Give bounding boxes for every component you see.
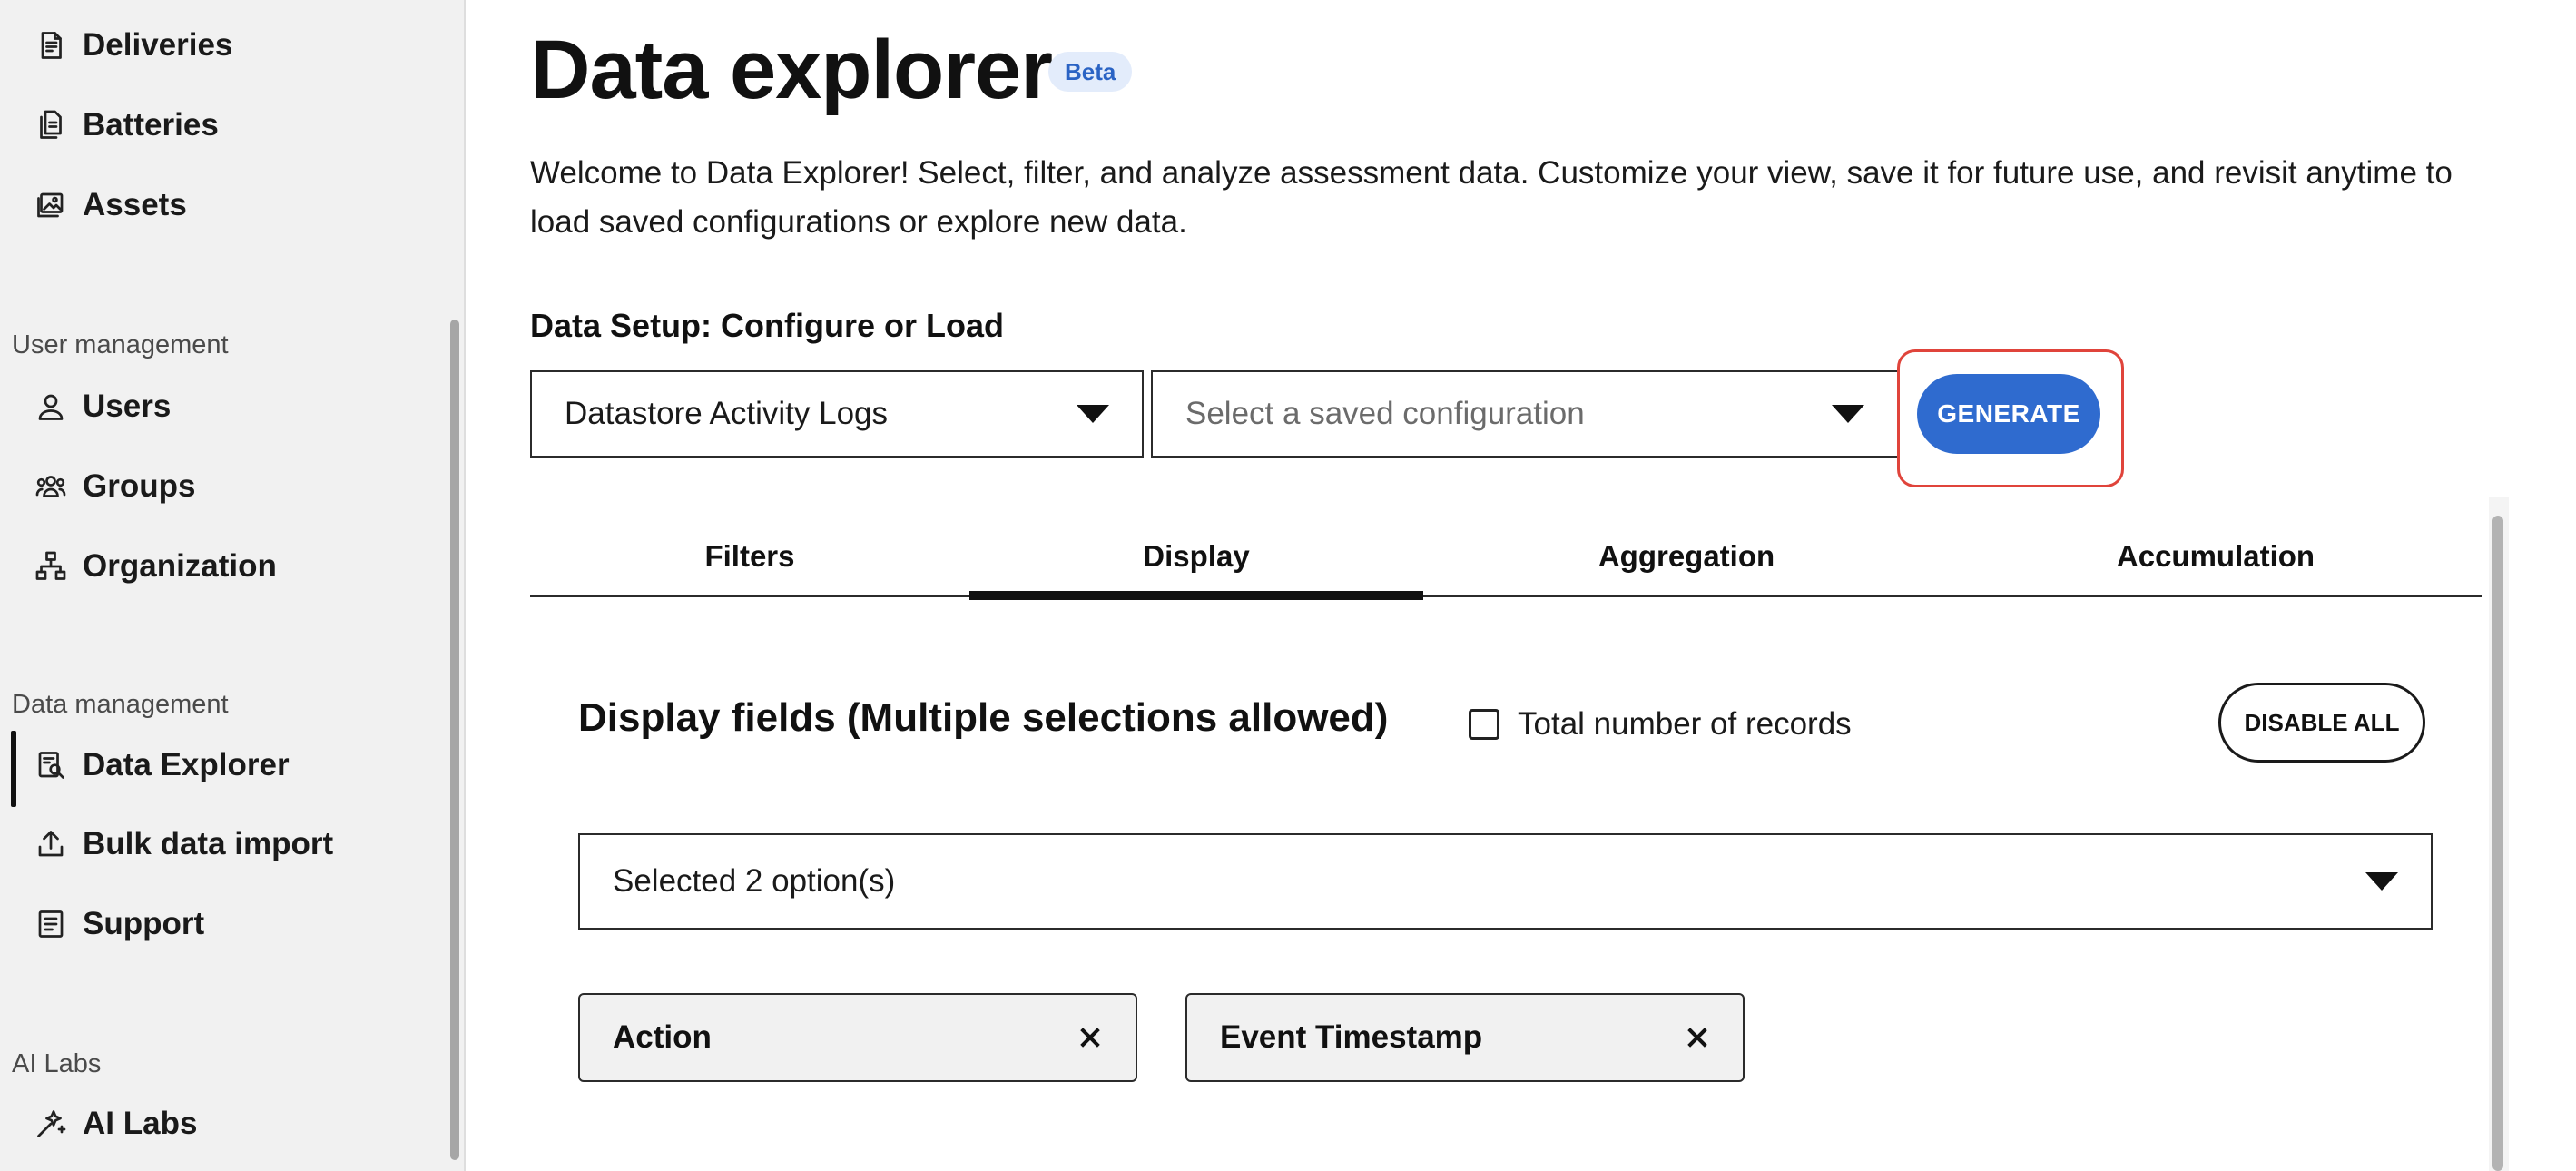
sidebar-item-data-explorer[interactable]: Data Explorer bbox=[0, 729, 445, 807]
active-indicator bbox=[11, 731, 16, 807]
user-icon bbox=[33, 389, 69, 425]
display-fields-summary: Selected 2 option(s) bbox=[613, 863, 896, 899]
section-label-user-management: User management bbox=[12, 330, 229, 359]
data-explorer-icon bbox=[33, 747, 69, 783]
sidebar-item-label: Assets bbox=[83, 187, 187, 222]
sidebar-scrollbar[interactable] bbox=[450, 320, 459, 1160]
disable-all-button[interactable]: DISABLE ALL bbox=[2218, 683, 2425, 763]
organization-icon bbox=[33, 548, 69, 585]
sidebar-item-label: Deliveries bbox=[83, 27, 233, 63]
tab-aggregation[interactable]: Aggregation bbox=[1423, 516, 1950, 597]
main-scrollbar[interactable] bbox=[2492, 516, 2503, 1171]
tab-filters[interactable]: Filters bbox=[530, 516, 969, 597]
close-icon[interactable] bbox=[1076, 1023, 1105, 1052]
sidebar-item-label: Data Explorer bbox=[83, 747, 290, 782]
assets-image-icon bbox=[33, 187, 69, 223]
sparkle-icon bbox=[33, 1106, 69, 1142]
batteries-files-icon bbox=[33, 107, 69, 143]
checkbox-box[interactable] bbox=[1469, 709, 1499, 740]
sidebar-item-label: AI Labs bbox=[83, 1106, 198, 1141]
tab-display[interactable]: Display bbox=[969, 516, 1423, 600]
dataset-select-value: Datastore Activity Logs bbox=[565, 396, 888, 431]
chevron-down-icon bbox=[1077, 405, 1109, 423]
sidebar-item-label: Groups bbox=[83, 468, 196, 504]
sidebar-item-label: Batteries bbox=[83, 107, 219, 143]
display-fields-select[interactable]: Selected 2 option(s) bbox=[578, 833, 2433, 930]
selected-field-chip: Event Timestamp bbox=[1185, 993, 1745, 1082]
sidebar-item-users[interactable]: Users bbox=[0, 370, 445, 443]
sidebar-item-label: Bulk data import bbox=[83, 826, 334, 861]
sidebar-item-ai-labs[interactable]: AI Labs bbox=[0, 1087, 445, 1160]
sidebar-item-label: Support bbox=[83, 906, 205, 941]
sidebar-item-support[interactable]: Support bbox=[0, 888, 445, 960]
tab-bar: Filters Display Aggregation Accumulation bbox=[530, 516, 2482, 600]
sidebar-item-deliveries[interactable]: Deliveries bbox=[0, 9, 445, 82]
chip-label: Event Timestamp bbox=[1220, 1019, 1483, 1055]
data-setup-title: Data Setup: Configure or Load bbox=[530, 307, 1004, 344]
deliveries-doc-icon bbox=[33, 27, 69, 64]
total-records-checkbox[interactable]: Total number of records bbox=[1469, 704, 1852, 744]
sidebar-item-batteries[interactable]: Batteries bbox=[0, 89, 445, 162]
chevron-down-icon bbox=[2365, 872, 2398, 891]
dataset-select[interactable]: Datastore Activity Logs bbox=[530, 370, 1144, 458]
section-label-data-management: Data management bbox=[12, 690, 229, 719]
beta-badge: Beta bbox=[1048, 52, 1133, 92]
generate-button[interactable]: GENERATE bbox=[1917, 374, 2100, 454]
sidebar-item-organization[interactable]: Organization bbox=[0, 530, 445, 603]
sidebar: Deliveries Batteries Assets User managem… bbox=[0, 0, 466, 1171]
chip-label: Action bbox=[613, 1019, 712, 1055]
sidebar-item-assets[interactable]: Assets bbox=[0, 169, 445, 241]
support-icon bbox=[33, 906, 69, 942]
sidebar-item-bulk-data-import[interactable]: Bulk data import bbox=[0, 808, 445, 881]
sidebar-item-groups[interactable]: Groups bbox=[0, 450, 445, 523]
sidebar-item-label: Organization bbox=[83, 548, 277, 584]
close-icon[interactable] bbox=[1683, 1023, 1712, 1052]
selected-field-chip: Action bbox=[578, 993, 1137, 1082]
intro-text: Welcome to Data Explorer! Select, filter… bbox=[530, 155, 2453, 240]
groups-icon bbox=[33, 468, 69, 505]
saved-configuration-select[interactable]: Select a saved configuration bbox=[1151, 370, 1899, 458]
chevron-down-icon bbox=[1832, 405, 1864, 423]
total-records-label: Total number of records bbox=[1518, 706, 1852, 742]
display-fields-title: Display fields (Multiple selections allo… bbox=[578, 695, 1389, 740]
page-title: Data explorer bbox=[530, 24, 1053, 116]
upload-icon bbox=[33, 826, 69, 862]
tab-accumulation[interactable]: Accumulation bbox=[1950, 516, 2482, 597]
saved-configuration-placeholder: Select a saved configuration bbox=[1185, 396, 1585, 431]
sidebar-item-label: Users bbox=[83, 389, 172, 424]
section-label-ai-labs: AI Labs bbox=[12, 1049, 102, 1078]
